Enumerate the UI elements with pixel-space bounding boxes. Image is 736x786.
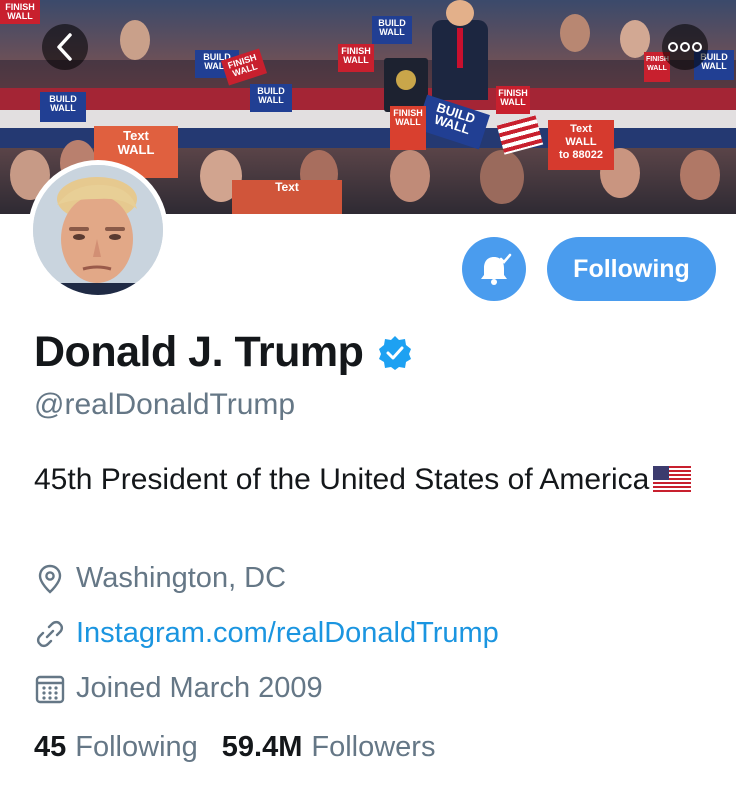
followers-count: 59.4M <box>221 731 303 763</box>
location-text: Washington, DC <box>76 562 287 594</box>
banner-sign-wall: WALL <box>395 117 421 127</box>
notifications-button[interactable] <box>462 237 526 301</box>
banner-sign-text: Text <box>123 128 149 143</box>
avatar-image <box>33 165 163 295</box>
followers-stat[interactable]: 59.4M Followers <box>222 731 436 764</box>
following-button[interactable]: Following <box>547 237 716 301</box>
banner-sign-wall: WALL <box>258 95 284 105</box>
banner-sign-wall: WALL <box>500 97 526 107</box>
profile-bio: 45th President of the United States of A… <box>34 456 704 503</box>
back-button[interactable] <box>42 24 88 70</box>
location-pin-icon <box>38 564 62 594</box>
more-options-button[interactable] <box>662 24 708 70</box>
profile-location: Washington, DC <box>34 562 286 595</box>
banner-sign-wall: WALL <box>565 136 597 148</box>
following-label: Following <box>75 731 198 763</box>
link-icon <box>36 620 64 647</box>
following-count: 45 <box>34 731 67 763</box>
following-stat[interactable]: 45 Following <box>34 731 198 764</box>
banner-sign-text-to: to 88022 <box>558 149 604 161</box>
banner-sign-text: Text <box>275 180 299 194</box>
banner-sign-wall: WALL <box>647 65 667 72</box>
us-flag-icon <box>653 466 692 492</box>
verified-badge-icon <box>379 335 412 370</box>
banner-sign-wall: WALL <box>117 142 155 157</box>
website-link[interactable]: Instagram.com/realDonaldTrump <box>76 617 499 650</box>
banner-sign-wall: WALL <box>7 11 33 21</box>
profile-stats: 45 Following 59.4M Followers <box>34 731 435 764</box>
profile-name-row: Donald J. Trump <box>34 328 413 377</box>
bell-check-icon <box>481 253 512 285</box>
profile-website[interactable]: Instagram.com/realDonaldTrump <box>34 617 499 650</box>
profile-avatar[interactable] <box>28 160 168 300</box>
profile-bio-text: 45th President of the United States of A… <box>34 463 650 496</box>
profile-joined: Joined March 2009 <box>34 672 323 705</box>
banner-sign-text: Text <box>570 123 592 135</box>
followers-label: Followers <box>311 731 436 763</box>
profile-name: Donald J. Trump <box>34 328 364 376</box>
chevron-left-icon <box>57 33 72 61</box>
banner-sign-wall: WALL <box>50 103 76 113</box>
banner-sign-wall: WALL <box>701 61 727 71</box>
more-dots-icon <box>668 42 702 52</box>
profile-handle: @realDonaldTrump <box>34 388 296 421</box>
banner-sign-wall: WALL <box>343 55 369 65</box>
joined-text: Joined March 2009 <box>76 672 323 704</box>
calendar-icon <box>35 675 65 703</box>
banner-sign-wall: WALL <box>379 27 405 37</box>
